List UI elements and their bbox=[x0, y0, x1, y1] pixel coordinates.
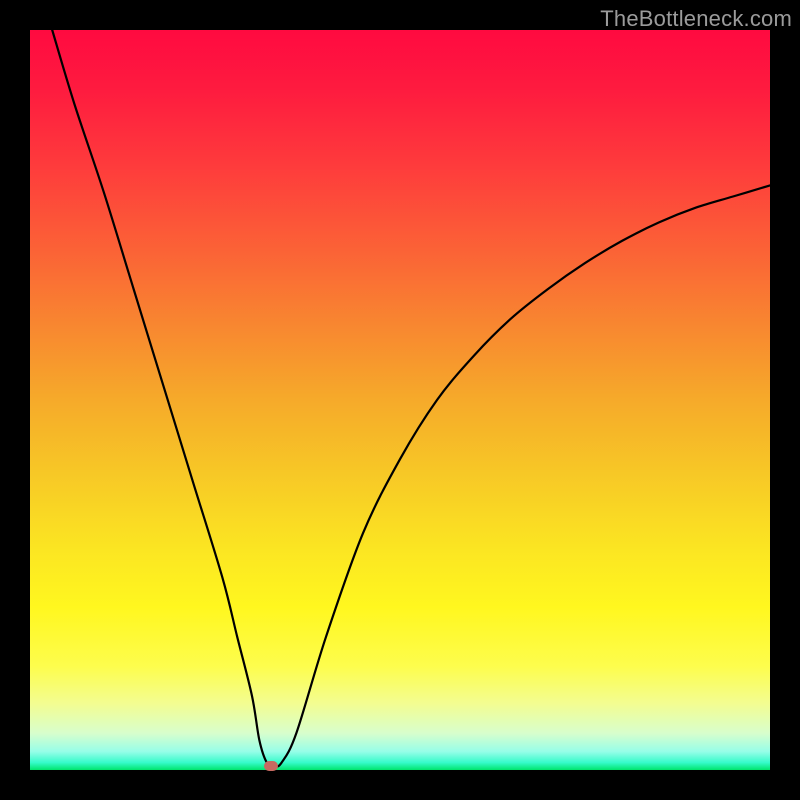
plot-area bbox=[30, 30, 770, 770]
bottleneck-curve bbox=[52, 30, 770, 767]
chart-frame: TheBottleneck.com bbox=[0, 0, 800, 800]
optimum-marker bbox=[264, 761, 278, 771]
watermark-text: TheBottleneck.com bbox=[600, 6, 792, 32]
curve-svg bbox=[30, 30, 770, 770]
